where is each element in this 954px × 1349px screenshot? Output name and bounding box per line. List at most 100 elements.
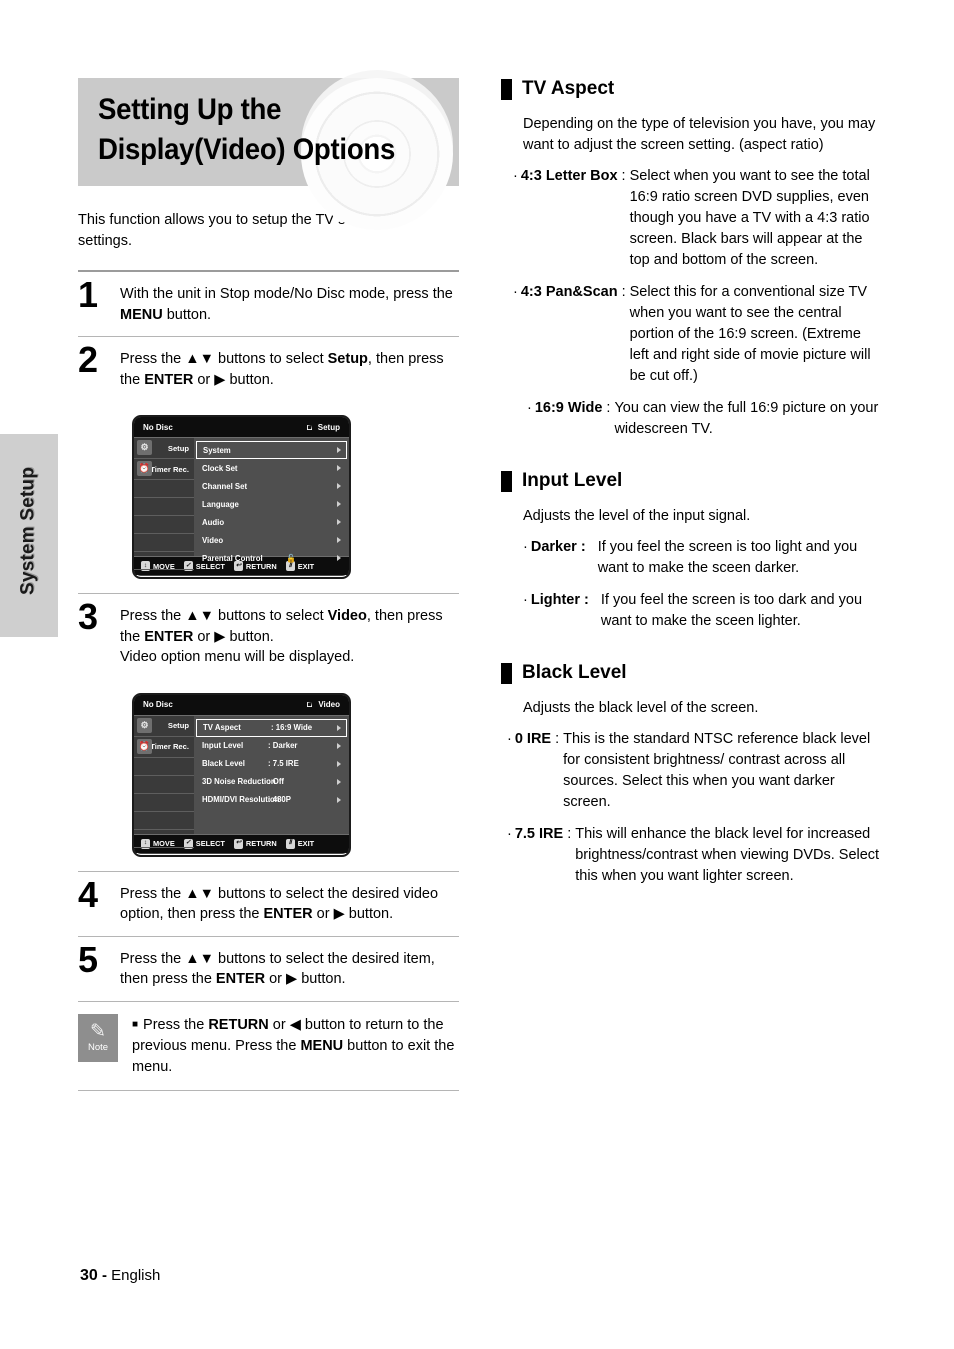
osd-sidebar: ⚙ Setup ⏰ Timer Rec. [134,715,194,848]
chevron-right-icon [337,724,341,731]
bullet-dot-icon: · [513,284,518,300]
osd-body: ⚙ Setup ⏰ Timer Rec. System Clock Set Ch… [134,438,349,570]
osd-screenshot-setup-menu: No Disc Setup ⚙ Setup ⏰ Timer Rec. Syste… [132,415,351,579]
osd-menu-item-3d-noise-reduction[interactable]: 3D Noise Reduction : Off [194,773,349,791]
bullet-item: · Darker : If you feel the screen is too… [501,537,884,579]
section-heading: Input Level [501,470,884,492]
bullet-desc: If you feel the screen is too dark and y… [600,592,863,629]
bullet-item: · Lighter : If you feel the screen is to… [501,590,884,632]
osd-status-label: No Disc [143,422,173,432]
note-bullet-icon: ■ [132,1018,139,1030]
section-marker-icon [501,470,512,492]
bullet-item: · 16:9 Wide : You can view the full 16:9… [501,398,884,440]
section-marker-icon [501,662,512,684]
chevron-right-icon [337,447,341,453]
section-paragraph: Depending on the type of television you … [523,116,876,153]
osd-menu-label: TV Aspect [203,723,241,732]
page-footer: 30 - English [80,1267,160,1285]
chevron-right-icon [337,742,341,749]
osd-menu-item-audio[interactable]: Audio [194,513,349,531]
bullet-term: 7.5 IRE [514,826,564,842]
chevron-right-icon [337,537,341,543]
osd-menu-label: System [203,445,231,455]
osd-menu-label: Video [202,535,224,545]
chevron-right-icon [337,501,341,507]
step-2: 2 Press the ▲▼ buttons to select Setup, … [78,337,459,401]
note-icon: ✎ Note [78,1013,118,1062]
navigation-diamond-icon [305,700,315,710]
left-column: Setting Up the Display(Video) Options Th… [78,70,459,1091]
osd-sidebar-blank [134,830,194,848]
step-text: Press the ▲▼ buttons to select Video, th… [120,608,443,665]
bullet-term: 4:3 Letter Box [520,168,618,184]
osd-menu-list: TV Aspect : 16:9 Wide Input Level : Dark… [194,715,349,834]
step-number: 5 [78,938,99,980]
bullet-spacer [586,537,598,579]
note-text: ■ Press the RETURN or ◀ button to return … [132,1014,459,1078]
osd-sidebar-item-timer-rec[interactable]: ⏰ Timer Rec. [134,737,194,758]
step-text: Press the ▲▼ buttons to select the desir… [120,885,439,923]
osd-menu-item-clock-set[interactable]: Clock Set [194,459,349,477]
unlock-icon: 🔓 [286,553,296,563]
step-3: 3 Press the ▲▼ buttons to select Video, … [78,594,459,679]
bullet-desc: Select this for a conventional size TV w… [629,284,871,384]
osd-menu-item-input-level[interactable]: Input Level : Darker [194,737,349,755]
bullet-dot-icon: · [507,826,512,842]
osd-menu-value: : Off [268,777,285,786]
osd-sidebar-blank [134,552,194,570]
bullet-term: 0 IRE [514,731,552,747]
osd-menu-item-tv-aspect[interactable]: TV Aspect : 16:9 Wide [196,718,347,737]
section-bullets: · Darker : If you feel the screen is too… [501,537,884,632]
osd-sidebar-blank [134,480,194,498]
section-paragraph: Adjusts the level of the input signal. [523,508,751,524]
navigation-diamond-icon [304,422,314,432]
osd-menu-item-video[interactable]: Video [194,531,349,549]
osd-sidebar-item-setup[interactable]: ⚙ Setup [134,716,194,737]
page-title-line-2: Display(Video) Options [98,133,396,166]
bullet-desc: This will enhance the black level for in… [575,826,880,884]
chevron-right-icon [337,555,341,561]
osd-title: Video [306,700,340,709]
osd-menu-item-black-level[interactable]: Black Level : 7.5 IRE [194,755,349,773]
osd-sidebar-item-timer-rec[interactable]: ⏰ Timer Rec. [134,459,194,480]
osd-menu-item-system[interactable]: System [196,441,347,459]
step-number: 1 [78,274,99,315]
step-number: 3 [78,596,99,637]
section-marker-icon [501,78,512,100]
section-tab-system-setup: System Setup [0,434,58,637]
note-block: ✎ Note ■ Press the RETURN or ◀ button to … [78,1002,459,1090]
osd-menu-value: : 7.5 IRE [268,759,299,768]
section-heading: Black Level [501,662,884,684]
osd-sidebar-blank [134,516,194,534]
bullet-dot-icon: · [507,731,512,747]
osd-sidebar-item-setup[interactable]: ⚙ Setup [134,438,194,459]
bullet-item: · 7.5 IRE : This will enhance the black … [501,824,884,887]
section-tab-label: System Setup [17,466,39,596]
osd-footer-label: SELECT [195,839,225,848]
section-bullets: · 4:3 Letter Box : Select when you want … [501,166,884,440]
bullet-dot-icon: · [513,168,518,184]
step-text: Press the ▲▼ buttons to select Setup, th… [120,351,444,388]
step-4: 4 Press the ▲▼ buttons to select the des… [78,872,459,936]
gear-icon: ⚙ [137,440,152,455]
chevron-right-icon [337,796,341,803]
osd-menu-value: : Darker [268,741,298,750]
osd-sidebar-blank [134,776,194,794]
banner-bottom-mask [78,78,459,230]
section-title: Input Level [522,470,623,491]
bullet-dot-icon: · [523,592,528,608]
osd-sidebar-blank [134,498,194,516]
osd-menu-item-parental-control[interactable]: Parental Control 🔓 [194,549,349,567]
osd-menu-item-language[interactable]: Language [194,495,349,513]
osd-menu-item-channel-set[interactable]: Channel Set [194,477,349,495]
bullet-spacer [589,590,601,632]
page-number: 30 [80,1267,98,1284]
osd-sidebar-blank [134,794,194,812]
osd-sidebar-blank [134,534,194,552]
note-icon-label: Note [87,1042,109,1053]
clock-icon: ⏰ [137,461,152,476]
bullet-term: 16:9 Wide [534,400,603,416]
osd-menu-value: : 480P [268,795,291,804]
bullet-colon: : [621,284,626,300]
osd-menu-item-hdmi-dvi-resolution[interactable]: HDMI/DVI Resolution : 480P [194,791,349,809]
